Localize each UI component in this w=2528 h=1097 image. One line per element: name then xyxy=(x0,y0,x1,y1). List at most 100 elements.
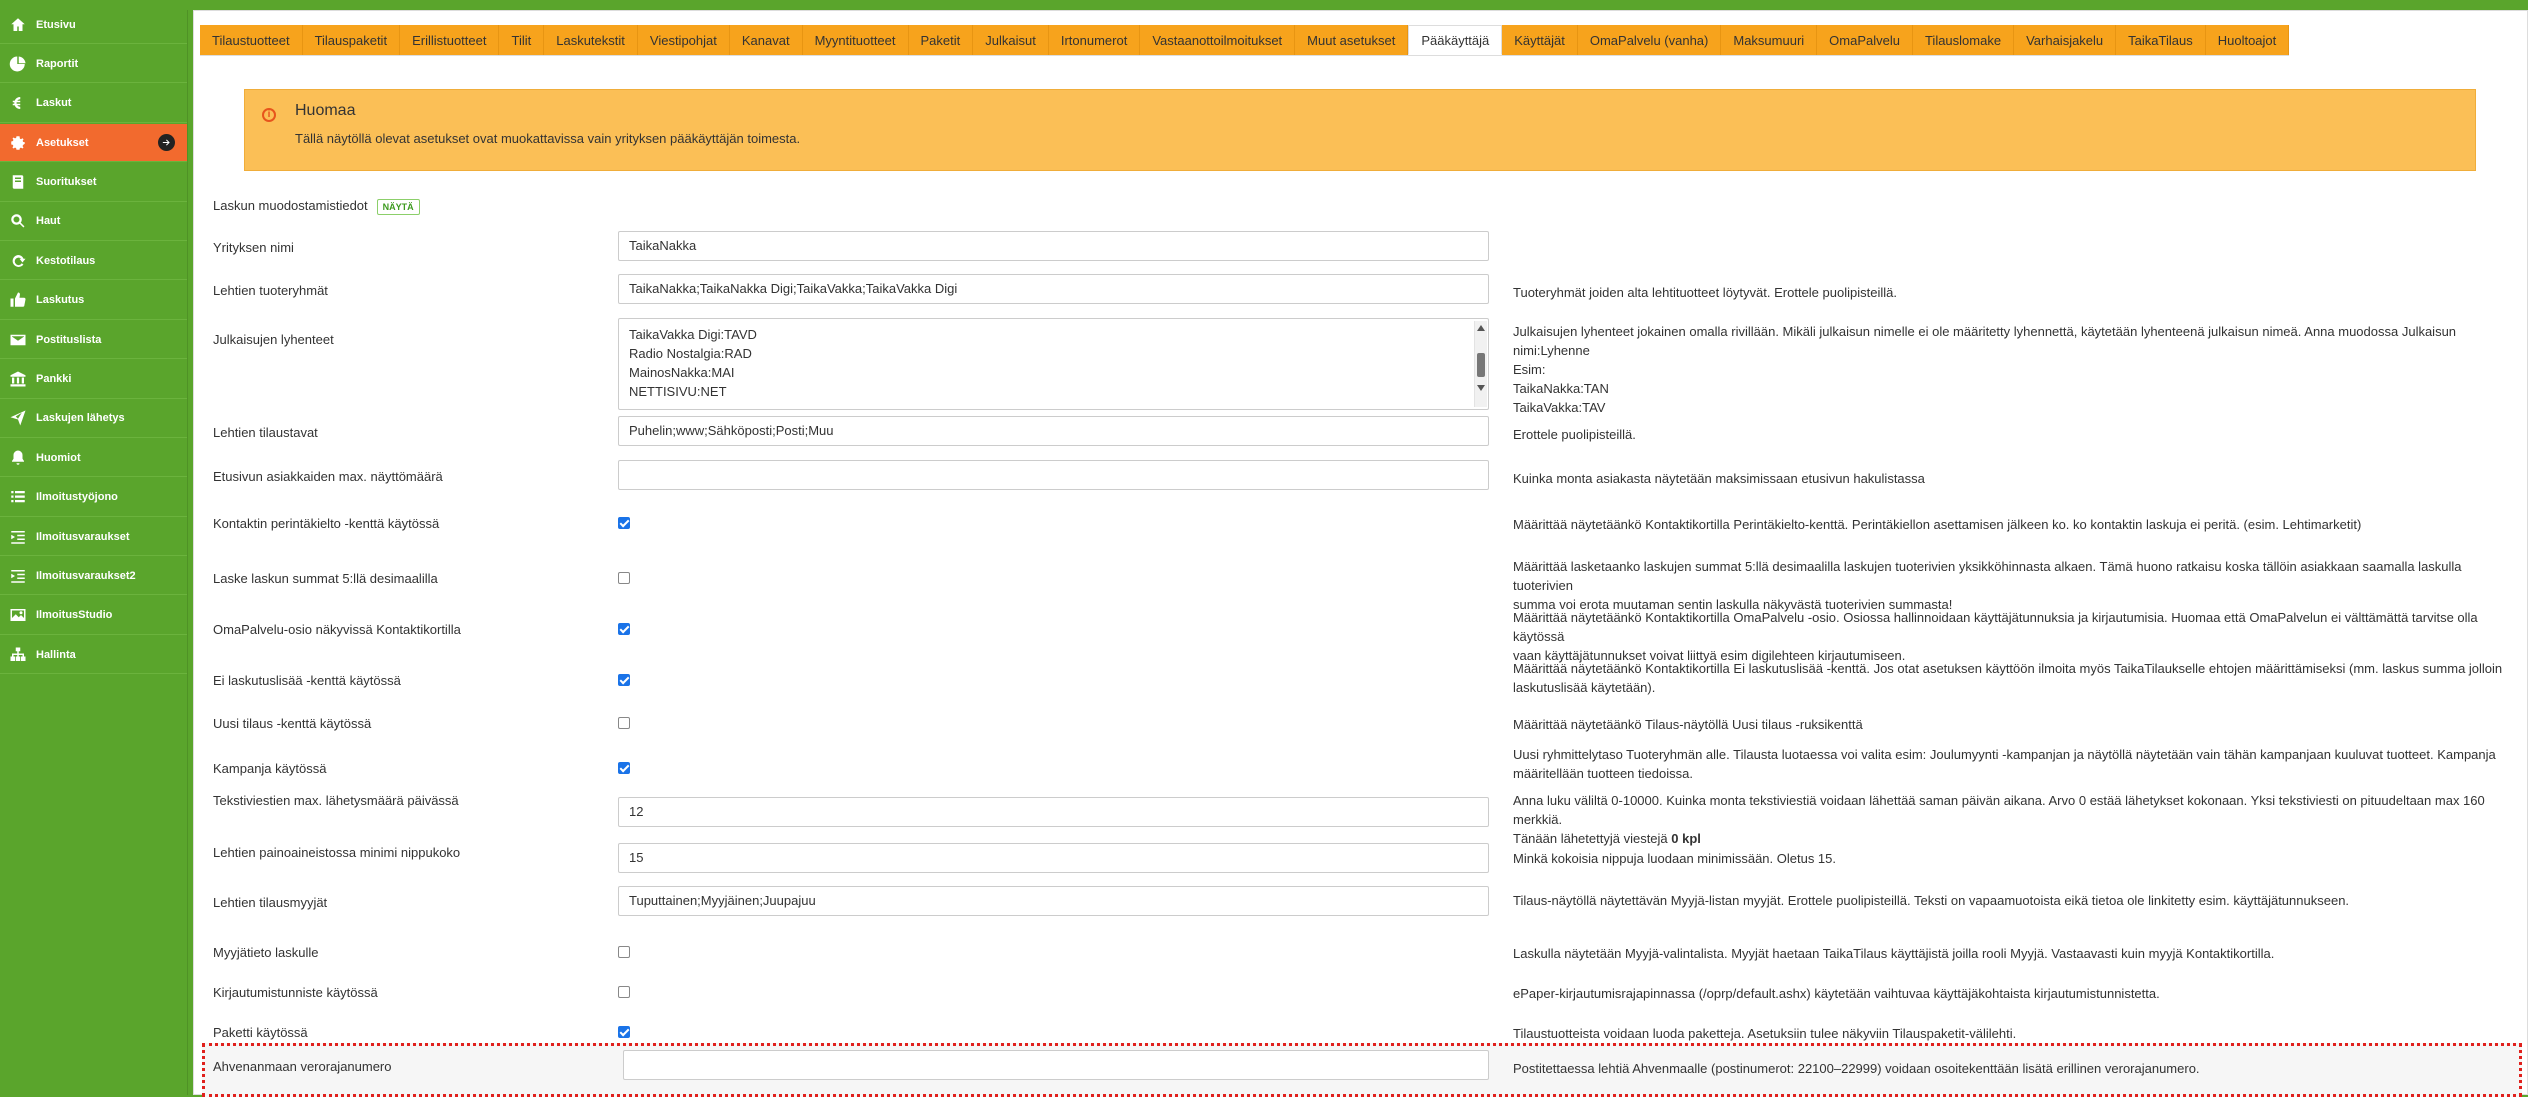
decimals-label: Laske laskun summat 5:llä desimaalilla xyxy=(213,571,438,586)
product-groups-input[interactable]: TaikaNakka;TaikaNakka Digi;TaikaVakka;Ta… xyxy=(618,274,1489,304)
tab-muut-asetukset[interactable]: Muut asetukset xyxy=(1295,25,1409,55)
sidebar-item-ilmoitusvaraukset[interactable]: Ilmoitusvaraukset xyxy=(0,518,187,557)
tab-bar: Tilaustuotteet Tilauspaketit Erillistuotte… xyxy=(200,25,2290,56)
tab-julkaisut[interactable]: Julkaisut xyxy=(973,25,1049,55)
collection-ban-label: Kontaktin perintäkielto -kenttä käytössä xyxy=(213,516,440,531)
sitemap-icon xyxy=(0,646,36,664)
bank-icon xyxy=(0,370,36,388)
tab-tilit[interactable]: Tilit xyxy=(499,25,545,55)
sidebar-item-label: Ilmoitusvaraukset xyxy=(36,530,130,543)
seller-info-checkbox[interactable] xyxy=(618,946,630,958)
sidebar-item-laskut[interactable]: Laskut xyxy=(0,84,187,123)
scroll-thumb[interactable] xyxy=(1477,353,1485,377)
tab-kanavat[interactable]: Kanavat xyxy=(729,25,803,55)
campaign-checkbox[interactable] xyxy=(618,762,630,774)
tab-erillistuotteet[interactable]: Erillistuotteet xyxy=(400,25,500,55)
sidebar-item-kestotilaus[interactable]: Kestotilaus xyxy=(0,242,187,281)
sidebar-item-laskutus[interactable]: Laskutus xyxy=(0,281,187,320)
campaign-help: Uusi ryhmittelytaso Tuoteryhmän alle. Ti… xyxy=(1513,747,2496,781)
arrow-right-icon[interactable] xyxy=(158,134,175,152)
list-icon xyxy=(0,488,36,506)
tax-border-number-help: Postitettaessa lehtiä Ahvenmaalle (posti… xyxy=(1513,1061,2200,1076)
tab-laskutekstit[interactable]: Laskutekstit xyxy=(544,25,638,55)
sidebar-item-pankki[interactable]: Pankki xyxy=(0,360,187,399)
sidebar-item-haut[interactable]: Haut xyxy=(0,202,187,241)
notice-alert: i Huomaa Tällä näytöllä olevat asetukset… xyxy=(244,89,2476,171)
tab-omapalvelu-vanha-[interactable]: OmaPalvelu (vanha) xyxy=(1577,25,1722,55)
abbreviations-textarea[interactable]: TaikaVakka Digi:TAVD Radio Nostalgia:RAD… xyxy=(618,318,1489,410)
euro-icon xyxy=(0,94,36,112)
paper-plane-icon xyxy=(0,409,36,427)
sellers-input[interactable]: Tuputtainen;Myyjäinen;Juupajuu xyxy=(618,886,1489,916)
tab-käyttäjät[interactable]: Käyttäjät xyxy=(1502,25,1578,55)
tab-taikatilaus[interactable]: TaikaTilaus xyxy=(2116,25,2206,55)
pie-chart-icon xyxy=(0,55,36,73)
sms-limit-help: Anna luku väliltä 0-10000. Kuinka monta … xyxy=(1513,793,2485,846)
sidebar-item-suoritukset[interactable]: Suoritukset xyxy=(0,163,187,202)
tab-tilauspaketit[interactable]: Tilauspaketit xyxy=(302,25,401,55)
omapalvelu-checkbox[interactable] xyxy=(618,623,630,635)
abbreviation-line: MainosNakka:MAI xyxy=(629,365,735,380)
scroll-up-icon[interactable] xyxy=(1477,325,1485,331)
sidebar-item-raportit[interactable]: Raportit xyxy=(0,45,187,84)
sidebar-item-ilmoitusvaraukset2[interactable]: Ilmoitusvaraukset2 xyxy=(0,557,187,596)
tab-pääkäyttäjä[interactable]: Pääkäyttäjä xyxy=(1408,25,1503,55)
tab-tilauslomake[interactable]: Tilauslomake xyxy=(1912,25,2015,55)
tab-varhaisjakelu[interactable]: Varhaisjakelu xyxy=(2014,25,2117,55)
tab-vastaanottoilmoitukset[interactable]: Vastaanottoilmoitukset xyxy=(1140,25,1296,55)
tab-tilaustuotteet[interactable]: Tilaustuotteet xyxy=(200,25,303,55)
company-name-label: Yrityksen nimi xyxy=(213,240,294,255)
sidebar-item-laskujen-lähetys[interactable]: Laskujen lähetys xyxy=(0,399,187,438)
abbreviation-line: TaikaVakka Digi:TAVD xyxy=(629,327,757,342)
search-icon xyxy=(0,212,36,230)
sidebar-item-etusivu[interactable]: Etusivu xyxy=(0,6,187,44)
sidebar-item-ilmoitusstudio[interactable]: IlmoitusStudio xyxy=(0,596,187,635)
collection-ban-checkbox[interactable] xyxy=(618,517,630,529)
sidebar-item-label: IlmoitusStudio xyxy=(36,609,113,622)
no-billing-fee-checkbox[interactable] xyxy=(618,674,630,686)
tab-viestipohjat[interactable]: Viestipohjat xyxy=(637,25,730,55)
tab-maksumuuri[interactable]: Maksumuuri xyxy=(1721,25,1818,55)
package-checkbox[interactable] xyxy=(618,1026,630,1038)
tab-paketit[interactable]: Paketit xyxy=(908,25,974,55)
sidebar-item-ilmoitustyöjono[interactable]: Ilmoitustyöjono xyxy=(0,478,187,517)
sms-limit-input[interactable]: 12 xyxy=(618,797,1489,827)
list-indent-icon xyxy=(0,567,36,585)
gear-icon xyxy=(0,134,36,152)
product-groups-label: Lehtien tuoteryhmät xyxy=(213,283,328,298)
sidebar-nav: Etusivu Raportit Laskut Asetukset Suoritukse… xyxy=(0,6,187,675)
sidebar-item-label: Ilmoitustyöjono xyxy=(36,491,118,504)
tab-myyntituotteet[interactable]: Myyntituotteet xyxy=(802,25,909,55)
thumbs-up-icon xyxy=(0,291,36,309)
bundle-size-input[interactable]: 15 xyxy=(618,843,1489,873)
bundle-size-label: Lehtien painoaineistossa minimi nippukok… xyxy=(213,845,461,860)
tab-omapalvelu[interactable]: OmaPalvelu xyxy=(1817,25,1913,55)
sidebar-item-label: Kestotilaus xyxy=(36,254,96,267)
decimals-checkbox[interactable] xyxy=(618,572,630,584)
tax-border-number-input[interactable] xyxy=(623,1050,1489,1080)
scroll-down-icon[interactable] xyxy=(1477,385,1485,391)
tab-huoltoajot[interactable]: Huoltoajot xyxy=(2205,25,2290,55)
section-label: Laskun muodostamistiedot xyxy=(213,198,368,213)
sidebar-item-hallinta[interactable]: Hallinta xyxy=(0,636,187,675)
alert-title: Huomaa xyxy=(295,102,356,119)
new-order-label: Uusi tilaus -kenttä käytössä xyxy=(213,716,372,731)
order-methods-input[interactable]: Puhelin;www;Sähköposti;Posti;Muu xyxy=(618,416,1489,446)
new-order-checkbox[interactable] xyxy=(618,717,630,729)
abbreviations-label: Julkaisujen lyhenteet xyxy=(213,332,334,347)
sidebar-item-huomiot[interactable]: Huomiot xyxy=(0,439,187,478)
company-name-input[interactable]: TaikaNakka xyxy=(618,231,1489,261)
max-display-input[interactable] xyxy=(618,460,1489,490)
sidebar-item-asetukset[interactable]: Asetukset xyxy=(0,124,187,163)
textarea-scrollbar[interactable] xyxy=(1474,321,1487,407)
book-icon xyxy=(0,173,36,191)
tax-border-number-label: Ahvenanmaan verorajanumero xyxy=(213,1059,392,1074)
sidebar-item-postituslista[interactable]: Postituslista xyxy=(0,321,187,360)
tab-irtonumerot[interactable]: Irtonumerot xyxy=(1048,25,1141,55)
decimals-help: Määrittää lasketaanko laskujen summat 5:… xyxy=(1513,559,2462,612)
login-token-help: ePaper-kirjautumisrajapinnassa (/oprp/de… xyxy=(1513,986,2160,1001)
login-token-checkbox[interactable] xyxy=(618,986,630,998)
seller-info-label: Myyjätieto laskulle xyxy=(213,945,319,960)
sidebar-item-label: Postituslista xyxy=(36,333,102,346)
show-badge-button[interactable]: NÄYTÄ xyxy=(376,198,420,215)
